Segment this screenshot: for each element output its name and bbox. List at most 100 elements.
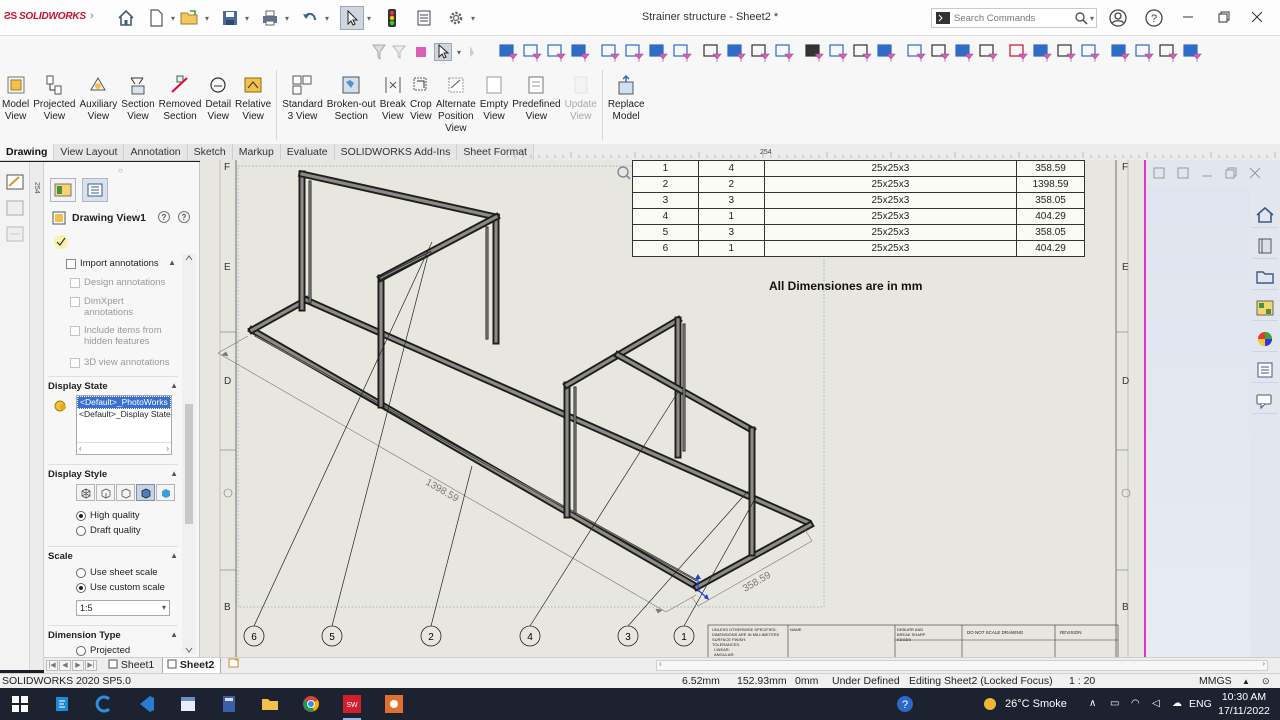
- standard-3-view-button[interactable]: Standard 3 View: [280, 70, 325, 142]
- selection-filter-icon[interactable]: [1111, 44, 1130, 62]
- open-dropdown-icon[interactable]: ▾: [202, 14, 212, 23]
- display-style-header[interactable]: Display Style ▲: [48, 464, 178, 480]
- broken-out-section-button[interactable]: Broken-out Section: [325, 70, 378, 142]
- import-annotations-row[interactable]: Import annotations ▲: [66, 254, 176, 269]
- alternate-position-view-button[interactable]: Alternate Position View: [434, 70, 478, 142]
- solidworks-taskbar-icon[interactable]: SW: [340, 692, 364, 720]
- rebuild-button[interactable]: [380, 6, 404, 30]
- removed-section-button[interactable]: Removed Section: [157, 70, 204, 142]
- dimension-note[interactable]: All Dimensiones are in mm: [769, 279, 922, 293]
- recorder-icon[interactable]: [382, 692, 406, 716]
- pane-back-icon[interactable]: [1150, 166, 1168, 180]
- status-scale[interactable]: 1 : 20: [1069, 674, 1095, 689]
- tab-sketch[interactable]: Sketch: [187, 144, 233, 160]
- save-button[interactable]: [218, 6, 242, 30]
- first-sheet-icon[interactable]: |◀: [46, 660, 58, 671]
- selection-filter-icon[interactable]: [931, 44, 950, 62]
- close-button[interactable]: [1243, 6, 1271, 28]
- sheet-tab-sheet1[interactable]: Sheet1: [104, 658, 160, 673]
- high-quality-radio[interactable]: [76, 511, 86, 521]
- dimension-type-header[interactable]: Dimension Type ▲: [48, 625, 178, 641]
- file-explorer-icon[interactable]: [1252, 264, 1278, 290]
- selection-filter-icon[interactable]: [499, 44, 518, 62]
- predefined-view-button[interactable]: Predefined View: [510, 70, 562, 142]
- help-tray-icon[interactable]: ?: [893, 692, 917, 716]
- selection-dropdown-icon[interactable]: ▾: [454, 48, 464, 57]
- collapse-chevron-icon[interactable]: ▲: [170, 551, 178, 562]
- view-palette-icon[interactable]: [1252, 295, 1278, 321]
- help-icon[interactable]: ?: [1144, 8, 1164, 28]
- selection-filter-icon[interactable]: [775, 44, 794, 62]
- scale-header[interactable]: Scale ▲: [48, 546, 178, 562]
- tab-solidworks-add-ins[interactable]: SOLIDWORKS Add-Ins: [334, 144, 458, 160]
- tab-drawing[interactable]: Drawing: [0, 144, 55, 160]
- import-annotations-checkbox[interactable]: [66, 259, 76, 269]
- selection-filter-icons[interactable]: [498, 40, 1280, 64]
- selection-filter-icon[interactable]: [523, 44, 542, 62]
- dimension-long-text[interactable]: 1398.59: [424, 477, 461, 505]
- selection-filter-icon[interactable]: [853, 44, 872, 62]
- logo-menu-arrow-icon[interactable]: ›: [90, 10, 94, 22]
- break-view-button[interactable]: Break View: [378, 70, 408, 142]
- bom-row[interactable]: 3 3 25x25x3 358.05: [632, 192, 1085, 209]
- last-sheet-icon[interactable]: ▶|: [85, 660, 97, 671]
- selection-filter-icon[interactable]: [727, 44, 746, 62]
- selection-filter-icon[interactable]: [571, 44, 590, 62]
- canvas-hscrollbar[interactable]: ‹ ›: [656, 659, 1268, 671]
- selection-filter-icon[interactable]: [1057, 44, 1076, 62]
- status-units[interactable]: MMGS: [1199, 674, 1232, 689]
- appearances-icon[interactable]: [1252, 326, 1278, 352]
- empty-view-button[interactable]: Empty View: [478, 70, 510, 142]
- drawing-sheet-area[interactable]: E D B E D B F F 1398.59 358.59 6 5 2 4 3…: [200, 160, 1144, 658]
- projected-radio[interactable]: [76, 646, 86, 656]
- scroll-right-icon[interactable]: ›: [1262, 659, 1265, 668]
- search-commands-box[interactable]: ▾: [931, 8, 1097, 28]
- shaded-button[interactable]: [156, 484, 175, 501]
- bom-row[interactable]: 1 4 25x25x3 358.59: [632, 160, 1085, 177]
- selection-filter-icon[interactable]: [1009, 44, 1028, 62]
- user-account-icon[interactable]: [1108, 8, 1128, 28]
- add-sheet-button[interactable]: [224, 658, 244, 673]
- selection-filter-icon[interactable]: [751, 44, 770, 62]
- tray-device-icon[interactable]: ▭: [1110, 688, 1119, 720]
- tray-volume-icon[interactable]: ◁: [1152, 688, 1160, 720]
- windows-start-icon[interactable]: [8, 692, 32, 716]
- collapse-chevron-icon[interactable]: ▲: [168, 258, 176, 269]
- display-state-item[interactable]: <Default>_Display State: [77, 409, 171, 420]
- tray-overflow-icon[interactable]: ∧: [1089, 688, 1096, 720]
- property-manager-icon[interactable]: [50, 178, 76, 202]
- vscode-icon[interactable]: [134, 692, 158, 716]
- dimension-short-text[interactable]: 358.59: [741, 570, 773, 595]
- solidworks-resources-icon[interactable]: [1252, 202, 1278, 228]
- search-dropdown-icon[interactable]: ▾: [1090, 14, 1094, 23]
- restore-button[interactable]: [1210, 6, 1238, 28]
- options-dropdown-icon[interactable]: ▾: [468, 14, 478, 23]
- shaded-with-edges-button[interactable]: [136, 484, 155, 501]
- design-library-icon[interactable]: [1252, 233, 1278, 259]
- new-document-button[interactable]: [144, 6, 168, 30]
- open-button[interactable]: [178, 6, 202, 30]
- ok-checkmark-icon[interactable]: [54, 235, 68, 249]
- projected-view-button[interactable]: Projected View: [31, 70, 77, 142]
- scroll-right-icon[interactable]: ›: [166, 443, 169, 454]
- draft-quality-radio[interactable]: [76, 526, 86, 536]
- bom-row[interactable]: 6 1 25x25x3 404.29: [632, 240, 1085, 257]
- selection-filter-icon[interactable]: [1081, 44, 1100, 62]
- new-dropdown-icon[interactable]: ▾: [168, 14, 178, 23]
- wireframe-button[interactable]: [76, 484, 95, 501]
- word-doc-icon[interactable]: [176, 692, 200, 716]
- selection-filter-icon[interactable]: [907, 44, 926, 62]
- tab-annotation[interactable]: Annotation: [124, 144, 188, 160]
- high-quality-row[interactable]: High quality: [76, 510, 140, 521]
- tab-markup[interactable]: Markup: [232, 144, 281, 160]
- prev-sheet-icon[interactable]: ◀: [59, 660, 71, 671]
- selection-filter-icon[interactable]: [673, 44, 692, 62]
- collapse-chevron-icon[interactable]: ▲: [170, 469, 178, 480]
- auxiliary-view-button[interactable]: Auxiliary View: [78, 70, 120, 142]
- selection-filter-icon[interactable]: [805, 44, 824, 62]
- chrome-icon[interactable]: [299, 692, 323, 716]
- file-explorer-taskbar-icon[interactable]: [258, 692, 282, 716]
- replace-model-button[interactable]: Replace Model: [606, 70, 647, 142]
- calculator-icon[interactable]: [217, 692, 241, 716]
- edge-browser-icon[interactable]: [50, 692, 74, 716]
